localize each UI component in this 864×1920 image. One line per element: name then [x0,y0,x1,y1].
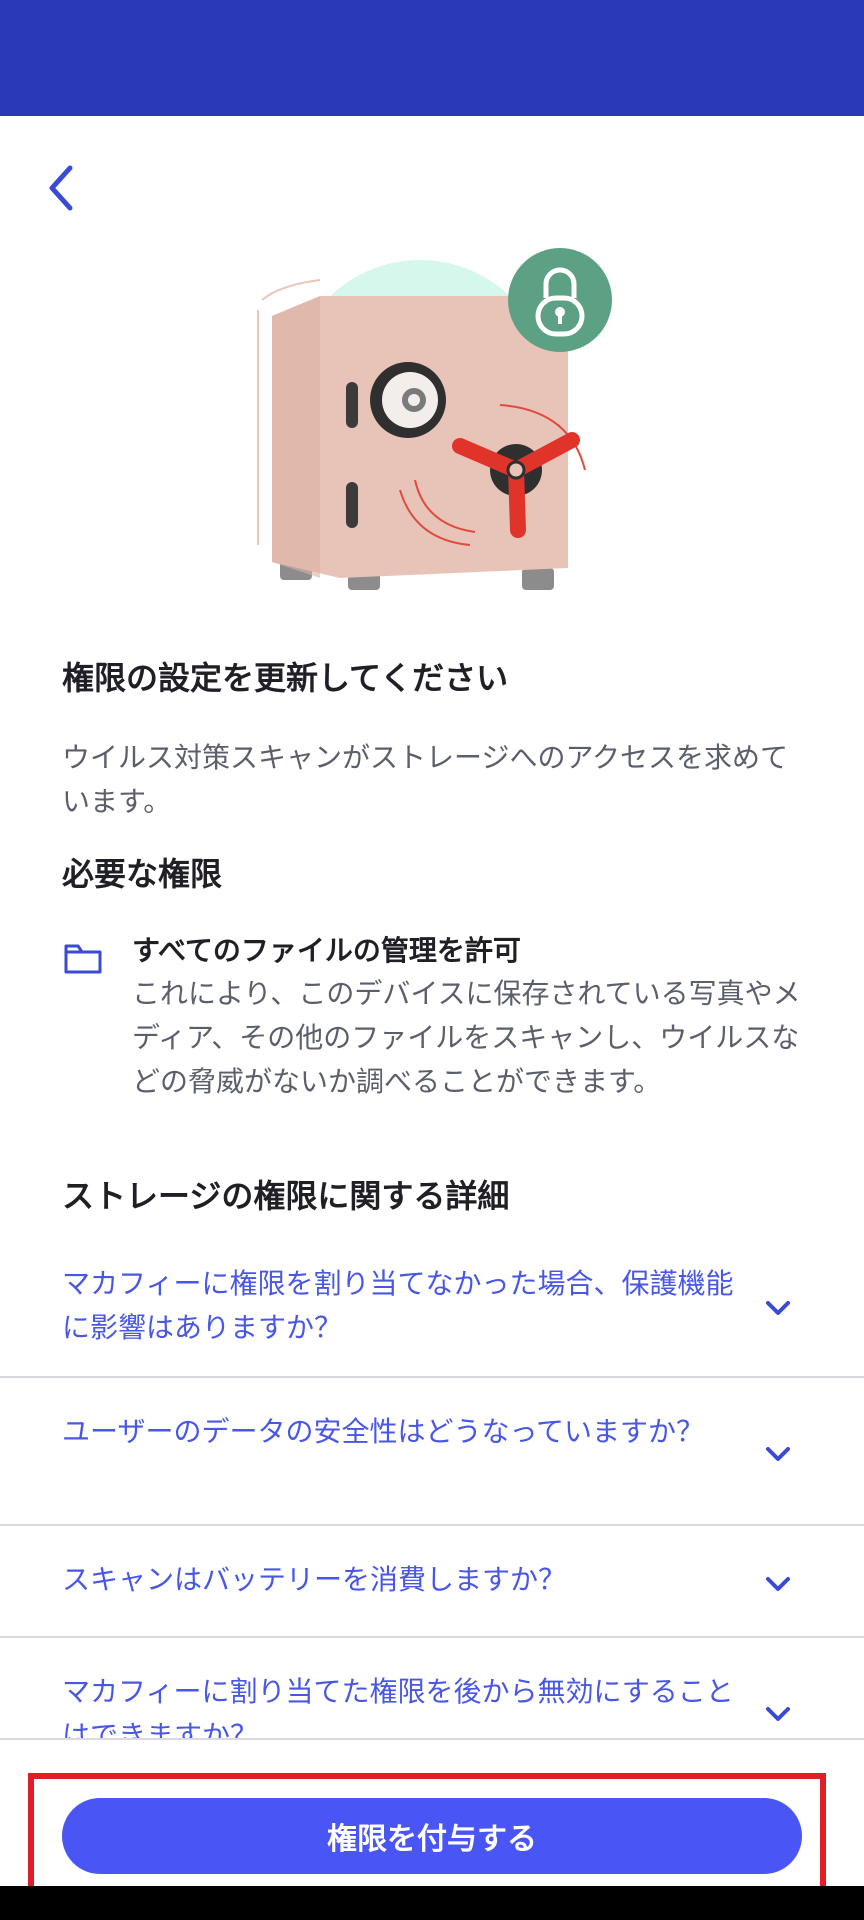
faq-question: マカフィーに割り当てた権限を後から無効にすることはできますか？ [62,1675,734,1738]
highlight-box [28,1773,826,1893]
chevron-down-icon [766,1707,790,1721]
safe-illustration [257,248,612,590]
required-permissions-heading: 必要な権限 [62,855,223,893]
navigation-bar [0,1886,864,1920]
permission-description: これにより、このデバイスに保存されている写真やメディア、その他のファイルをスキャ… [132,977,801,1098]
storage-details-heading: ストレージの権限に関する詳細 [62,1177,510,1215]
chevron-down-icon [766,1577,790,1591]
chevron-left-icon [49,165,73,211]
intro-text: ウイルス対策スキャンがストレージへのアクセスを求めています。 [62,741,789,818]
faq-question: ユーザーのデータの安全性はどうなっていますか？ [62,1415,705,1448]
permission-title: すべてのファイルの管理を許可 [132,934,521,967]
folder-icon [64,944,102,974]
chevron-down-icon [766,1301,790,1315]
faq-item-revoke[interactable]: マカフィーに割り当てた権限を後から無効にすることはできますか？ [0,1638,864,1738]
status-bar [0,0,864,116]
faq-question: マカフィーに権限を割り当てなかった場合、保護機能に影響はありますか？ [62,1267,734,1344]
faq-list: マカフィーに権限を割り当てなかった場合、保護機能に影響はありますか？ ユーザーの… [0,1240,864,1738]
faq-item-data-safety[interactable]: ユーザーのデータの安全性はどうなっていますか？ [0,1378,864,1526]
faq-item-battery[interactable]: スキャンはバッテリーを消費しますか？ [0,1526,864,1638]
back-button[interactable] [36,156,86,220]
faq-item-protection-impact[interactable]: マカフィーに権限を割り当てなかった場合、保護機能に影響はありますか？ [0,1240,864,1378]
chevron-down-icon [766,1447,790,1461]
page-title: 権限の設定を更新してください [62,659,509,697]
faq-question: スキャンはバッテリーを消費しますか？ [62,1563,567,1596]
